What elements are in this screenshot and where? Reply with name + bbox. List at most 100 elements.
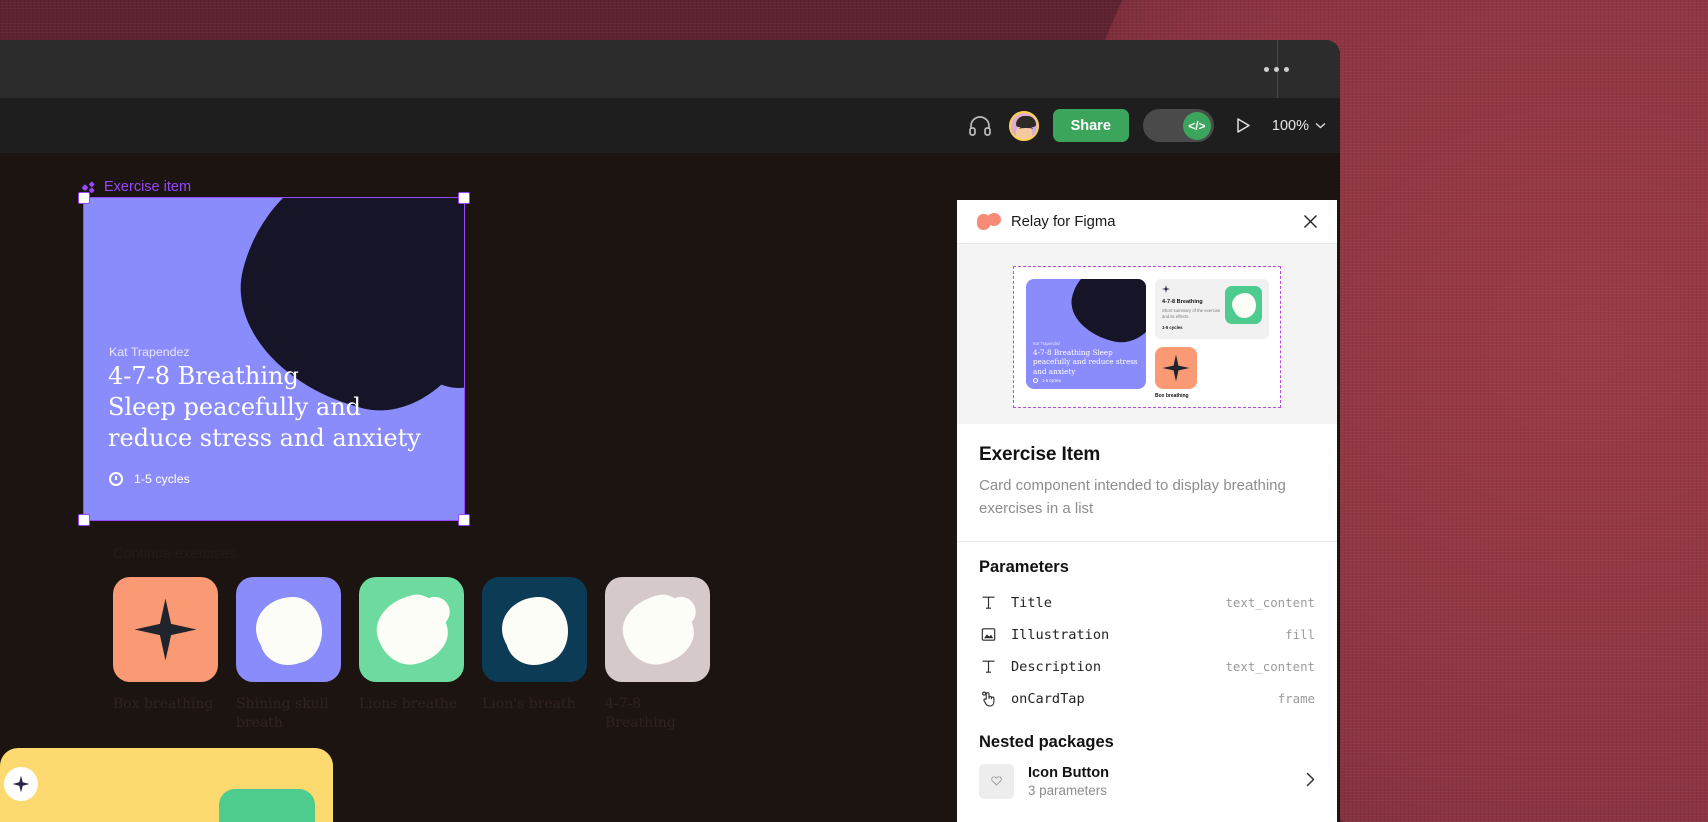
component-name: Exercise Item [979, 444, 1101, 465]
figma-toolbar: Share </> 100% [0, 98, 1340, 153]
preview-clock-icon [1033, 378, 1038, 383]
thumbnail-label: Lions breathe [359, 696, 458, 712]
thumbnail-label: Lion's breath [482, 696, 576, 712]
window-tabstrip [0, 40, 1340, 98]
preview-card-meta: 1-5 cycles [1033, 378, 1061, 383]
relay-logo-icon [977, 213, 1001, 230]
preview-exercise-card: Kat Trapendez 4-7-8 Breathing Sleep peac… [1026, 279, 1146, 389]
chevron-down-icon [1315, 122, 1326, 129]
selection-label-text: Exercise item [104, 179, 192, 195]
parameter-type: text_content [1225, 659, 1315, 675]
card-author: Kat Trapendez [109, 345, 190, 359]
promo-card[interactable] [0, 748, 333, 822]
play-icon[interactable] [1228, 111, 1258, 141]
thumbnail-label: Box breathing [113, 696, 214, 712]
card-title: 4-7-8 Breathing Sleep peacefully and red… [108, 362, 421, 452]
share-button[interactable]: Share [1052, 109, 1129, 142]
parameter-name: Illustration [1011, 626, 1110, 643]
list-item[interactable]: Icon Button 3 parameters [979, 763, 1315, 799]
list-item[interactable]: Lions breathe [359, 577, 464, 732]
resize-handle-top-right[interactable] [458, 192, 470, 204]
list-item[interactable]: Lion's breath [482, 577, 587, 732]
nested-packages-section: Nested packages Icon Button 3 parameters [957, 723, 1337, 819]
thumbnail-label: 4-7-8 Breathing [605, 696, 676, 731]
lungs-icon [255, 596, 322, 665]
selection-label: Exercise item [82, 179, 191, 195]
thumbnail[interactable] [359, 577, 464, 682]
tap-gesture-icon [979, 691, 997, 707]
component-preview[interactable]: Kat Trapendez 4-7-8 Breathing Sleep peac… [1013, 266, 1281, 408]
parameters-section: Parameters Title text_content Illustrati… [957, 542, 1337, 723]
code-brackets-icon: </> [1182, 111, 1211, 140]
parameter-row-illustration[interactable]: Illustration fill [979, 619, 1315, 651]
parameter-name: Title [1011, 594, 1052, 611]
text-type-icon [979, 659, 997, 674]
exercise-thumbnail-row: Box breathing Shining skull breath Lions… [113, 577, 710, 732]
parameter-type: fill [1285, 627, 1315, 643]
preview-list-tile: 4-7-8 Breathing Short summary of the exe… [1155, 279, 1269, 339]
lungs-icon [501, 596, 568, 665]
parameter-row-description[interactable]: Description text_content [979, 651, 1315, 683]
list-item[interactable]: Shining skull breath [236, 577, 341, 732]
zoom-level-value: 100% [1271, 117, 1309, 134]
component-description: Card component intended to display breat… [979, 477, 1286, 517]
zoom-level-control[interactable]: 100% [1272, 118, 1326, 134]
nested-packages-list: Icon Button 3 parameters [979, 763, 1315, 799]
parameter-type: frame [1277, 691, 1315, 707]
panel-preview-area: Kat Trapendez 4-7-8 Breathing Sleep peac… [957, 244, 1337, 424]
thumbnail[interactable] [236, 577, 341, 682]
component-info-section: Exercise Item Card component intended to… [957, 424, 1337, 542]
thumbnail[interactable] [113, 577, 218, 682]
close-icon[interactable] [1297, 209, 1323, 235]
sparkle-icon [1162, 285, 1171, 294]
thumbnail[interactable] [605, 577, 710, 682]
relay-plugin-panel: Relay for Figma Kat Trapendez 4-7-8 Brea… [957, 200, 1337, 822]
preview-tile-meta: 1-5 cycles [1162, 325, 1183, 331]
preview-card-title: 4-7-8 Breathing Sleep peacefully and red… [1033, 348, 1138, 376]
kebab-menu-icon[interactable] [1256, 59, 1296, 79]
parameter-row-oncardtap[interactable]: onCardTap frame [979, 683, 1315, 715]
preview-tile-description: Short summary of the exercise and its ef… [1162, 308, 1221, 320]
panel-header: Relay for Figma [957, 200, 1337, 244]
list-item[interactable]: Box breathing [113, 577, 218, 732]
nested-package-text: Icon Button 3 parameters [1028, 765, 1292, 798]
selected-frame[interactable]: Kat Trapendez 4-7-8 Breathing Sleep peac… [78, 192, 470, 526]
lungs-icon [1231, 293, 1256, 318]
list-item[interactable]: 4-7-8 Breathing [605, 577, 710, 732]
preview-card-author: Kat Trapendez [1033, 341, 1061, 346]
card-meta: 1-5 cycles [109, 472, 190, 486]
splat-icon [616, 588, 699, 671]
chevron-right-icon[interactable] [1306, 772, 1315, 791]
thumbnail[interactable] [482, 577, 587, 682]
user-avatar[interactable] [1008, 110, 1039, 141]
nested-package-thumbnail [979, 763, 1014, 799]
continue-exercises-heading: Continue exercises [113, 546, 237, 562]
alarm-clock-icon [109, 472, 123, 486]
preview-illustration-blob [1064, 279, 1146, 350]
resize-handle-top-left[interactable] [78, 192, 90, 204]
panel-title: Relay for Figma [1011, 213, 1116, 230]
nested-package-name: Icon Button [1028, 764, 1110, 781]
thumbnail-label: Shining skull breath [236, 696, 329, 731]
nested-packages-heading: Nested packages [979, 732, 1114, 751]
text-type-icon [979, 595, 997, 610]
sparkle-icon [12, 775, 30, 793]
parameter-row-title[interactable]: Title text_content [979, 587, 1315, 619]
figma-window: Share </> 100% Exercise item Kat Trapend… [0, 40, 1340, 822]
card-meta-text: 1-5 cycles [134, 472, 190, 486]
splat-icon [370, 588, 453, 671]
preview-card-meta-text: 1-5 cycles [1042, 378, 1061, 383]
headphones-icon[interactable] [965, 111, 995, 141]
resize-handle-bottom-left[interactable] [78, 514, 90, 526]
parameters-heading: Parameters [979, 557, 1069, 576]
resize-handle-bottom-right[interactable] [458, 514, 470, 526]
parameter-type: text_content [1225, 595, 1315, 611]
nested-package-subtitle: 3 parameters [1028, 782, 1107, 798]
star4-icon [134, 598, 197, 661]
dev-mode-toggle[interactable]: </> [1142, 109, 1214, 142]
parameter-name: Description [1011, 658, 1102, 675]
star4-icon [1162, 354, 1190, 382]
panel-body: Exercise Item Card component intended to… [957, 424, 1337, 822]
exercise-card[interactable]: Kat Trapendez 4-7-8 Breathing Sleep peac… [84, 198, 464, 520]
preview-orange-label: Box breathing [1155, 393, 1189, 399]
